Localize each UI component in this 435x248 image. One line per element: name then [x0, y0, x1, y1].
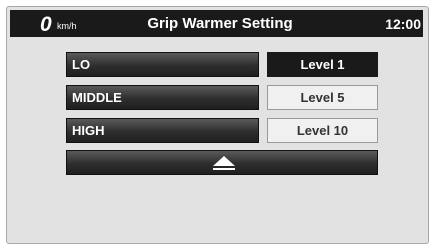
option-middle-button[interactable]: MIDDLE — [66, 85, 259, 110]
page-title: Grip Warmer Setting — [147, 15, 293, 32]
speed-unit: km/h — [57, 21, 77, 31]
clock: 12:00 — [385, 16, 421, 32]
speed-value: 0 — [40, 13, 52, 36]
level-high-value[interactable]: Level 10 — [267, 118, 378, 143]
scroll-up-button[interactable] — [66, 150, 378, 175]
option-lo-button[interactable]: LO — [66, 52, 259, 77]
level-middle-value[interactable]: Level 5 — [267, 85, 378, 110]
option-high-button[interactable]: HIGH — [66, 118, 259, 143]
up-arrow-icon — [213, 156, 235, 170]
level-lo-value[interactable]: Level 1 — [267, 52, 378, 77]
